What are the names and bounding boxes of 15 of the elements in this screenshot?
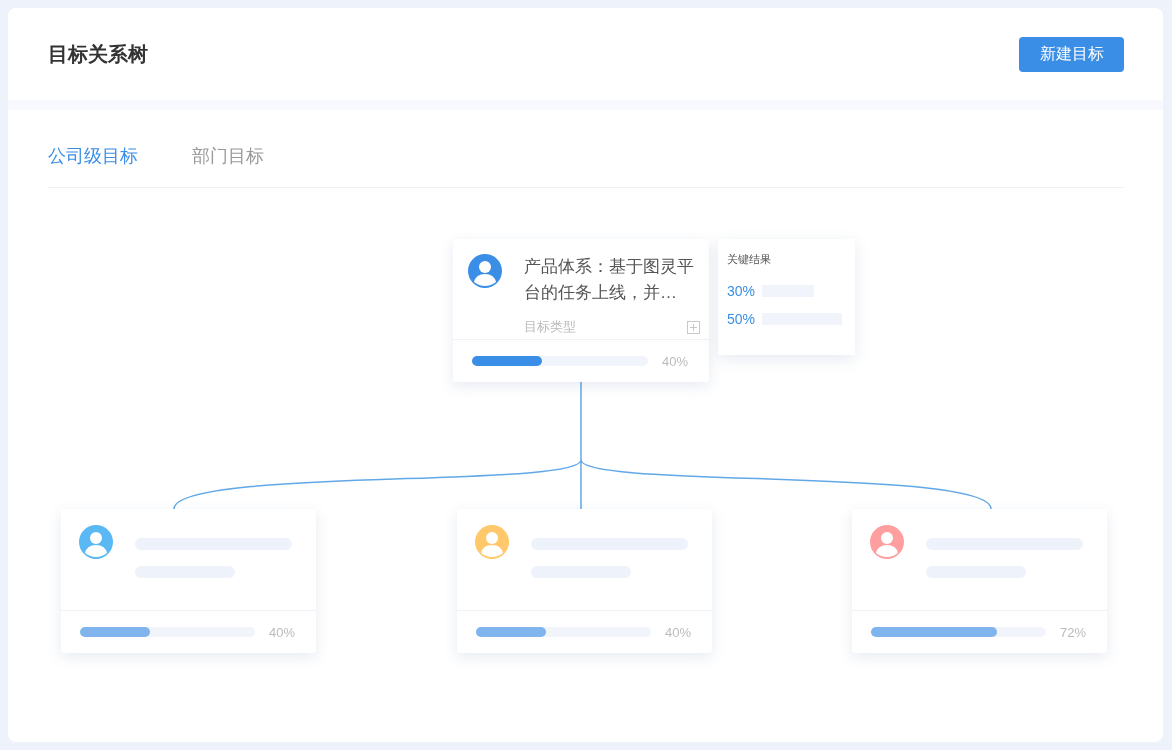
goal-type-label: 目标类型	[524, 318, 576, 336]
page-title: 目标关系树	[48, 41, 148, 67]
goal-title: 产品体系：基于图灵平台的任务上线，并…	[524, 256, 695, 304]
key-result-reading: 50%	[727, 311, 756, 327]
progress-reading: 40%	[662, 353, 689, 369]
key-results-heading: 关键结果	[727, 252, 772, 267]
progress-reading: 40%	[269, 624, 296, 640]
tab[interactable]: 公司级目标	[48, 144, 138, 168]
progress-reading: 40%	[665, 624, 692, 640]
avatar-icon	[468, 254, 502, 288]
tab[interactable]: 部门目标	[192, 144, 264, 168]
new-goal-button[interactable]: 新建目标	[1019, 36, 1124, 72]
expand-icon[interactable]	[687, 320, 700, 334]
progress-reading: 72%	[1060, 624, 1087, 640]
key-result-reading: 30%	[727, 283, 756, 299]
